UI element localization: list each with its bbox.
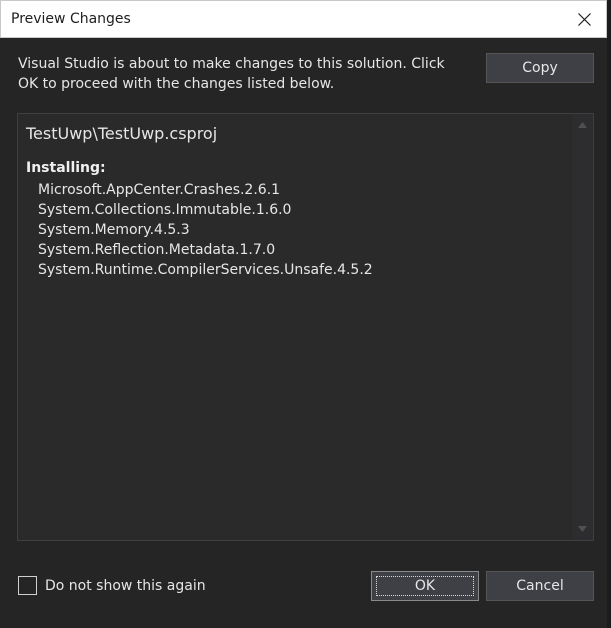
dont-show-again-option[interactable]: Do not show this again	[18, 576, 206, 595]
package-item: System.Memory.4.5.3	[38, 222, 190, 238]
vertical-scrollbar[interactable]	[572, 114, 593, 540]
project-path: TestUwp\TestUwp.csproj	[26, 124, 218, 143]
package-item: System.Runtime.CompilerServices.Unsafe.4…	[38, 262, 373, 278]
scroll-up-button[interactable]	[572, 116, 593, 134]
ok-button[interactable]: OK	[371, 571, 479, 601]
scroll-down-icon	[578, 526, 587, 532]
dont-show-again-label: Do not show this again	[45, 577, 206, 594]
package-list: Microsoft.AppCenter.Crashes.2.6.1 System…	[38, 180, 566, 280]
package-item: System.Reflection.Metadata.1.7.0	[38, 242, 276, 258]
scroll-up-icon	[578, 122, 587, 128]
close-icon	[577, 13, 591, 26]
preview-changes-dialog: Preview Changes Visual Studio is about t…	[0, 0, 607, 628]
focus-rectangle	[376, 576, 474, 596]
dont-show-again-checkbox[interactable]	[18, 576, 37, 595]
package-item: Microsoft.AppCenter.Crashes.2.6.1	[38, 182, 281, 198]
changes-content: TestUwp\TestUwp.csproj Installing: Micro…	[26, 124, 566, 280]
scroll-down-button[interactable]	[572, 520, 593, 538]
window-title: Preview Changes	[11, 11, 131, 27]
title-bar: Preview Changes	[0, 0, 607, 38]
instruction-message: Visual Studio is about to make changes t…	[18, 56, 445, 92]
package-item: System.Collections.Immutable.1.6.0	[38, 202, 292, 218]
close-button[interactable]	[562, 1, 606, 38]
installing-heading: Installing:	[26, 160, 106, 176]
copy-button[interactable]: Copy	[486, 53, 594, 83]
changes-panel[interactable]: TestUwp\TestUwp.csproj Installing: Micro…	[17, 113, 594, 541]
background-window-edge	[607, 0, 611, 628]
cancel-button[interactable]: Cancel	[486, 571, 594, 601]
